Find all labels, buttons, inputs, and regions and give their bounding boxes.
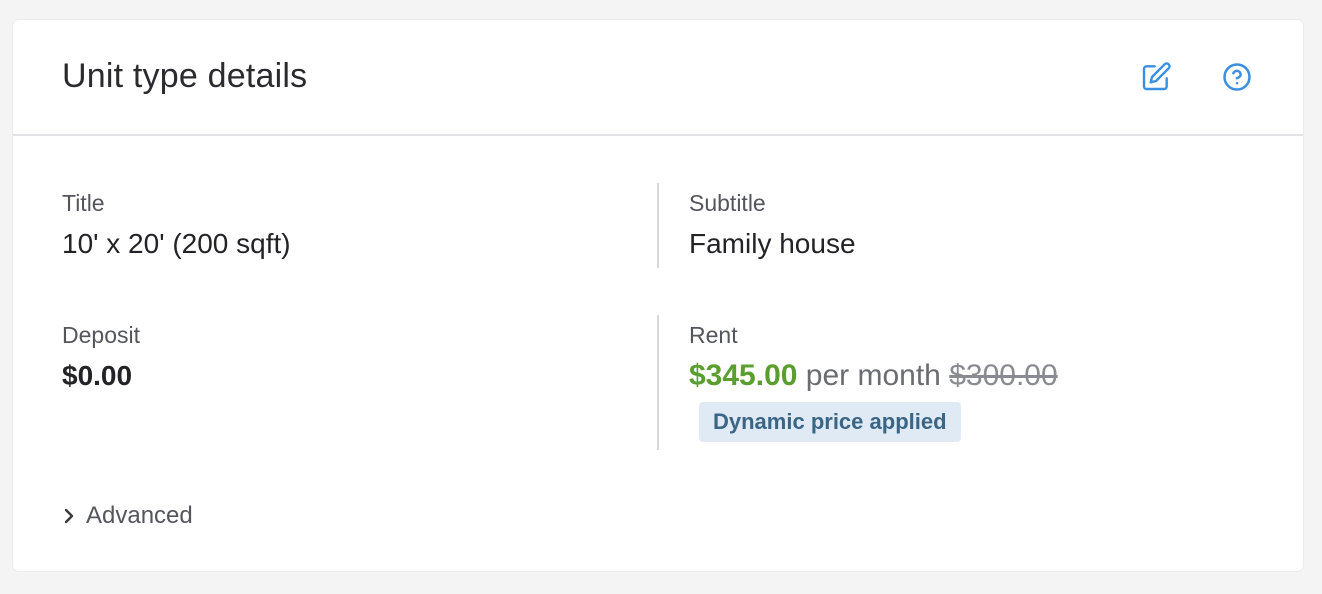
rent-value: $345.00 per month $300.00 (689, 358, 1058, 394)
help-button[interactable] (1220, 60, 1254, 94)
rent-field: Rent $345.00 per month $300.00 Dynamic p… (689, 321, 1058, 442)
column-divider (657, 315, 659, 450)
help-circle-icon (1223, 63, 1251, 91)
dynamic-price-badge: Dynamic price applied (699, 402, 961, 442)
rent-label: Rent (689, 322, 738, 348)
column-divider (657, 183, 659, 268)
card-header: Unit type details (13, 20, 1303, 136)
advanced-toggle[interactable]: Advanced (62, 502, 193, 530)
title-field: Title 10' x 20' (200 sqft) (62, 189, 291, 261)
rent-period: per month (805, 359, 941, 392)
advanced-label: Advanced (86, 502, 193, 529)
subtitle-field: Subtitle Family house (689, 189, 856, 261)
rent-original-price: $300.00 (949, 359, 1058, 392)
edit-button[interactable] (1139, 60, 1173, 94)
deposit-value: $0.00 (62, 360, 133, 391)
title-label: Title (62, 190, 105, 216)
edit-pencil-icon (1142, 62, 1171, 91)
unit-type-details-card: Unit type details Title 10' x 20' (200 s… (13, 20, 1303, 571)
title-value: 10' x 20' (200 sqft) (62, 228, 291, 259)
card-title: Unit type details (62, 57, 308, 95)
chevron-right-icon (64, 508, 74, 524)
deposit-field: Deposit $0.00 (62, 321, 140, 393)
rent-price: $345.00 (689, 359, 798, 392)
deposit-label: Deposit (62, 322, 140, 348)
subtitle-value: Family house (689, 228, 856, 259)
subtitle-label: Subtitle (689, 190, 766, 216)
